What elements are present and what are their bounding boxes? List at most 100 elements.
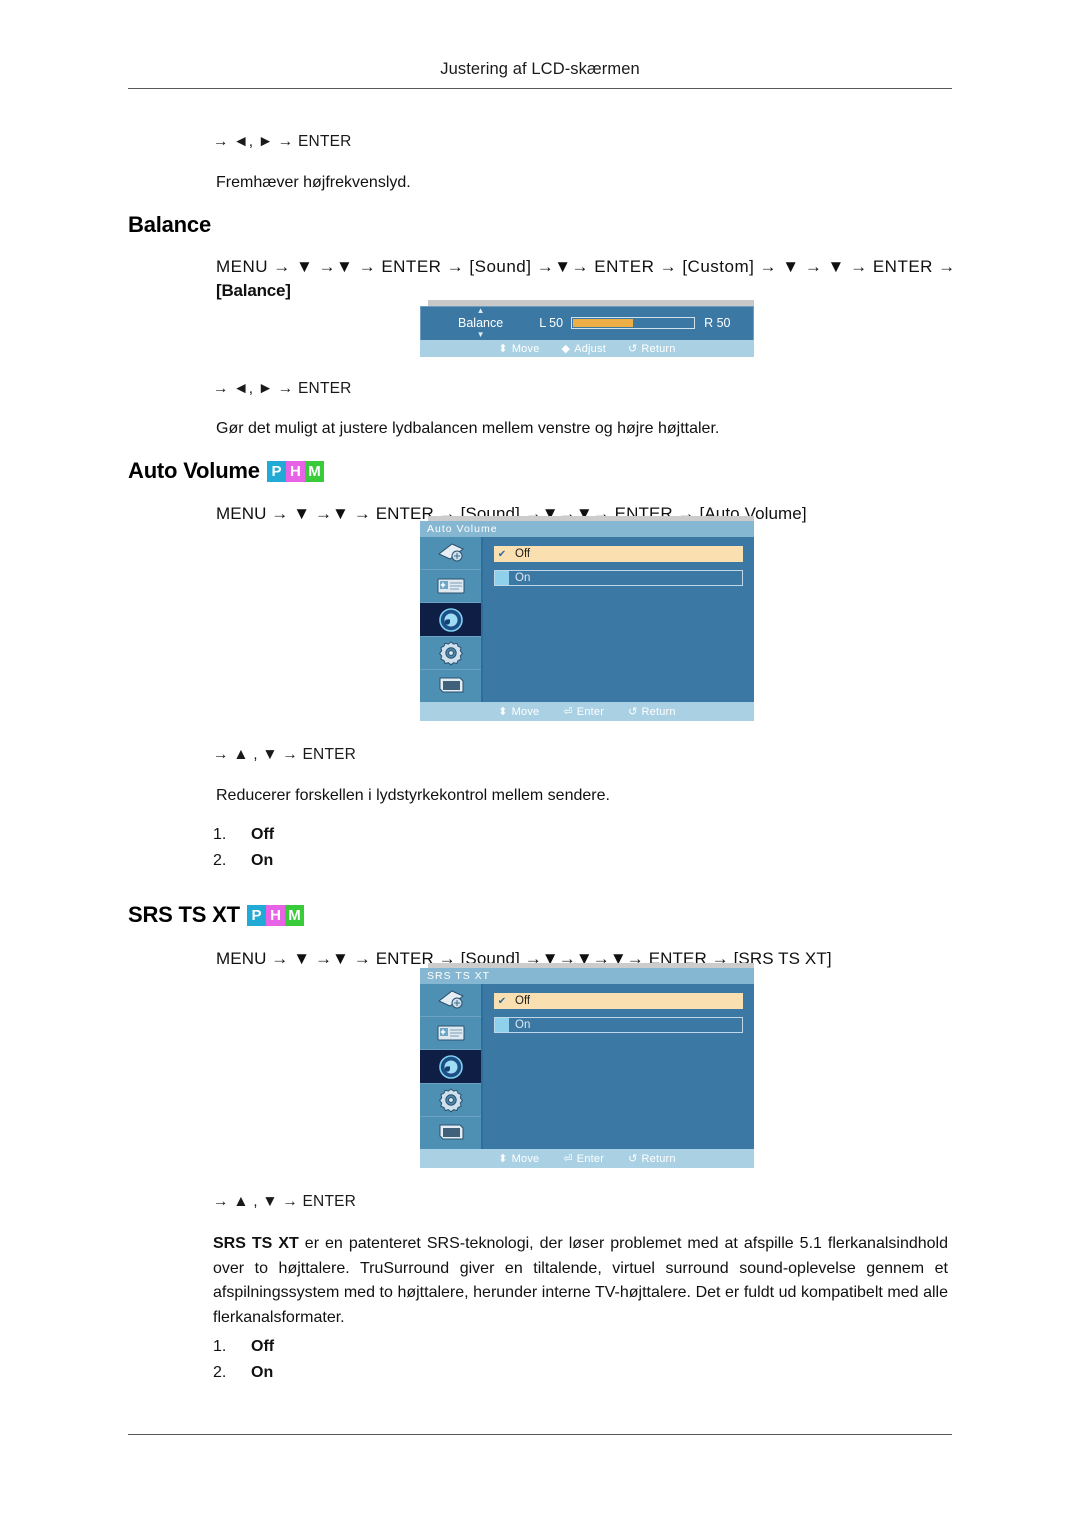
osd-right-value: 50 bbox=[716, 316, 731, 330]
section-title-auto-volume: Auto Volume P H M bbox=[128, 458, 324, 484]
return-icon: ↺ bbox=[628, 706, 638, 718]
osd-balance-left: L 50 bbox=[539, 316, 563, 330]
enter-icon: ⏎ bbox=[563, 706, 573, 718]
list-item-number: 2. bbox=[213, 852, 227, 869]
list-item-value: Off bbox=[251, 1338, 275, 1355]
osd-option-on[interactable]: On bbox=[494, 570, 743, 586]
osd-sidebar-image-card-icon[interactable] bbox=[420, 570, 481, 604]
osd-sidebar-image-card-icon[interactable] bbox=[420, 1017, 481, 1051]
osd-option-on[interactable]: On bbox=[494, 1017, 743, 1033]
osd-option-label: Off bbox=[515, 995, 531, 1007]
osd-footer-item: ⏎ Enter bbox=[563, 705, 604, 719]
move-icon: ⬍ bbox=[498, 343, 508, 355]
osd-footer-label: Move bbox=[511, 1152, 540, 1165]
page-running-head: Justering af LCD-skærmen bbox=[440, 60, 640, 78]
osd-sidebar[interactable] bbox=[420, 984, 483, 1149]
list-item: 1. Off bbox=[213, 822, 274, 848]
osd-body: ✔ Off On bbox=[420, 537, 754, 702]
badge-p: P bbox=[246, 905, 266, 926]
balance-key-line: → ◄, ► → ENTER bbox=[213, 380, 352, 397]
osd-footer: ⬍ Move ⏎ Enter ↺ Return bbox=[420, 702, 754, 721]
osd-left-value: 50 bbox=[549, 316, 564, 330]
move-icon: ⬍ bbox=[498, 1153, 508, 1165]
osd-footer-label: Return bbox=[641, 705, 676, 718]
bullet-icon bbox=[495, 1018, 509, 1032]
srs-option-list: 1. Off 2. On bbox=[213, 1334, 274, 1386]
osd-footer-label: Return bbox=[641, 342, 676, 355]
spinner-down-icon: ▼ bbox=[476, 330, 485, 339]
osd-balance-panel[interactable]: ▲ Balance ▼ L 50 R 50 ⬍ Move ◆ Adjust ↺ Retur… bbox=[420, 300, 754, 357]
list-item: 1. Off bbox=[213, 1334, 274, 1360]
osd-option-list[interactable]: ✔ Off On bbox=[483, 537, 754, 702]
osd-option-label: On bbox=[515, 572, 531, 584]
badge-h: H bbox=[265, 905, 285, 926]
sound-icon bbox=[436, 606, 466, 634]
multi-control-monitor-icon bbox=[436, 674, 466, 698]
menu-path-line-2: [Balance] bbox=[216, 281, 291, 300]
auto-volume-key-line: → ▲ , ▼ → ENTER bbox=[213, 746, 357, 763]
osd-sidebar-multi-control-monitor-icon[interactable] bbox=[420, 1117, 481, 1149]
osd-sidebar-setup-gear-icon[interactable] bbox=[420, 1084, 481, 1117]
osd-option-label: Off bbox=[515, 548, 531, 560]
osd-drop-shadow bbox=[428, 963, 754, 968]
list-item-value: On bbox=[251, 852, 274, 869]
balance-description: Gør det muligt at justere lydbalancen me… bbox=[216, 420, 720, 437]
badge-m: M bbox=[284, 905, 304, 926]
osd-title: Auto Volume bbox=[420, 521, 754, 537]
enter-icon: ⏎ bbox=[563, 1153, 573, 1165]
header-divider bbox=[128, 88, 952, 89]
badge-m: M bbox=[304, 461, 324, 482]
auto-volume-title-text: Auto Volume bbox=[128, 458, 260, 483]
treble-key-line: → ◄, ► → ENTER bbox=[213, 133, 352, 150]
bullet-icon bbox=[495, 571, 509, 585]
image-card-icon bbox=[436, 575, 466, 597]
section-title-srs-ts-xt: SRS TS XT P H M bbox=[128, 902, 304, 928]
osd-title: SRS TS XT bbox=[420, 968, 754, 984]
osd-option-off[interactable]: ✔ Off bbox=[494, 993, 743, 1009]
osd-footer-item: ↺ Return bbox=[627, 342, 676, 356]
osd-footer: ⬍ Move ⏎ Enter ↺ Return bbox=[420, 1149, 754, 1168]
footer-divider bbox=[128, 1434, 952, 1435]
badge-h: H bbox=[285, 461, 305, 482]
osd-sidebar-setup-gear-icon[interactable] bbox=[420, 637, 481, 670]
osd-sidebar-multi-control-monitor-icon[interactable] bbox=[420, 670, 481, 702]
osd-balance-slider-fill bbox=[573, 319, 634, 327]
osd-footer-label: Adjust bbox=[574, 342, 606, 355]
osd-option-off[interactable]: ✔ Off bbox=[494, 546, 743, 562]
osd-balance-slider[interactable] bbox=[571, 317, 696, 329]
section-title-balance: Balance bbox=[128, 212, 211, 237]
multi-control-monitor-icon bbox=[436, 1121, 466, 1145]
osd-sidebar-sound-icon[interactable] bbox=[420, 603, 481, 637]
badge-p: P bbox=[266, 461, 286, 482]
osd-sidebar-picture-icon[interactable] bbox=[420, 984, 481, 1018]
osd-footer-item: ↺ Return bbox=[628, 1152, 676, 1166]
srs-description-lead: SRS TS XT bbox=[213, 1235, 299, 1252]
phm-badge-group-srs: PHM bbox=[246, 905, 304, 926]
osd-sidebar-sound-icon[interactable] bbox=[420, 1050, 481, 1084]
osd-sidebar-picture-icon[interactable] bbox=[420, 537, 481, 571]
check-icon: ✔ bbox=[497, 995, 507, 1007]
osd-balance-row: ▲ Balance ▼ L 50 R 50 bbox=[420, 306, 754, 340]
srs-key-line: → ▲ , ▼ → ENTER bbox=[213, 1193, 357, 1210]
list-item-number: 2. bbox=[213, 1364, 227, 1381]
srs-description: SRS TS XT er en patenteret SRS-teknologi… bbox=[213, 1232, 948, 1330]
osd-footer-item: ⬍ Move bbox=[498, 342, 539, 356]
osd-srs-panel[interactable]: SRS TS XT ✔ Off On ⬍ Move ⏎ Enter ↺ Return bbox=[420, 963, 754, 1168]
treble-description: Fremhæver højfrekvenslyd. bbox=[216, 174, 411, 191]
spinner-up-icon: ▲ bbox=[476, 306, 485, 315]
list-item-value: Off bbox=[251, 826, 275, 843]
return-icon: ↺ bbox=[627, 343, 638, 355]
move-icon: ⬍ bbox=[498, 706, 508, 718]
osd-footer-item: ⏎ Enter bbox=[563, 1152, 604, 1166]
return-icon: ↺ bbox=[628, 1153, 638, 1165]
adjust-icon: ◆ bbox=[561, 343, 571, 355]
phm-badge-group-auto-volume: PHM bbox=[266, 461, 324, 482]
osd-sidebar[interactable] bbox=[420, 537, 483, 702]
list-item: 2. On bbox=[213, 848, 274, 874]
osd-right-label: R bbox=[704, 316, 714, 330]
check-icon: ✔ bbox=[497, 548, 507, 560]
osd-option-list[interactable]: ✔ Off On bbox=[483, 984, 754, 1149]
list-item-number: 1. bbox=[213, 1338, 227, 1355]
balance-menu-path: MENU → ▼ →▼ → ENTER → [Sound] →▼→ ENTER … bbox=[216, 255, 976, 303]
osd-auto-volume-panel[interactable]: Auto Volume ✔ Off On ⬍ Move ⏎ Enter ↺ Return bbox=[420, 516, 754, 721]
